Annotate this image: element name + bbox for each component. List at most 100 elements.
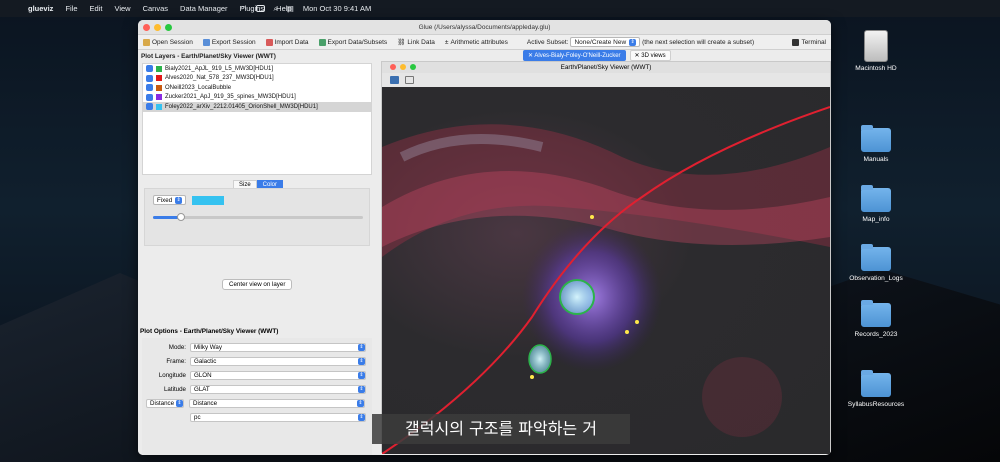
terminal-icon <box>792 38 800 46</box>
desktop-icon-manuals[interactable]: Manuals <box>833 125 919 163</box>
checkbox[interactable] <box>146 93 153 101</box>
tab-3d-views[interactable]: ✕ 3D views <box>629 50 671 61</box>
layer-row-foley[interactable]: Foley2022_arXiv_2212.01405_OrionShell_MW… <box>143 102 371 112</box>
camera-tool-icon[interactable] <box>405 76 414 84</box>
chevron-updown-icon: ⇕ <box>358 413 365 421</box>
center-view-button[interactable]: Center view on layer <box>222 279 293 290</box>
plot-options-box: Mode: Milky Way ⇕ Frame: Galactic ⇕ Longitud… <box>142 338 372 455</box>
color-picker[interactable] <box>192 195 225 205</box>
wwt-viewer-window: Earth/Planet/Sky Viewer (WWT) <box>381 61 831 454</box>
import-data-button[interactable]: Import Data <box>261 38 314 46</box>
viewer-titlebar: Earth/Planet/Sky Viewer (WWT) <box>382 62 830 73</box>
search-icon[interactable]: ⌕ <box>274 4 278 14</box>
left-panel: Plot Layers - Earth/Planet/Sky Viewer (W… <box>138 50 374 455</box>
right-panel: ✕ Alves-Bialy-Foley-O'Neill-Zucker ✕ 3D … <box>378 50 831 455</box>
menu-bar: glueviz File Edit View Canvas Data Manag… <box>0 0 1000 17</box>
chevron-updown-icon: ⇕ <box>175 196 183 204</box>
frame-select[interactable]: Galactic ⇕ <box>190 356 366 366</box>
chevron-updown-icon: ⇕ <box>358 357 365 365</box>
minimize-button[interactable] <box>400 64 406 70</box>
glue-window: Glue (/Users/alyssa/Documents/appleday.g… <box>138 20 831 455</box>
mode-select[interactable]: Milky Way ⇕ <box>190 342 366 352</box>
open-session-button[interactable]: Open Session <box>138 38 198 46</box>
active-subset-select[interactable]: None/Create New ⇕ <box>570 37 641 47</box>
layer-row-oneill[interactable]: ONeill2023_LocalBubble <box>143 83 371 93</box>
desktop-icon-records[interactable]: Records_2023 <box>833 300 919 338</box>
folder-icon <box>861 125 891 152</box>
link-data-button[interactable]: ⛓ Link Data <box>392 38 440 47</box>
layer-row-alves[interactable]: Alves2020_Nat_578_237_MW3D[HDU1] <box>143 74 371 84</box>
menu-app[interactable]: glueviz <box>22 4 59 13</box>
subset-hint: (the next selection will create a subset… <box>642 38 755 46</box>
imagery-tool-icon[interactable] <box>390 76 399 84</box>
menu-edit[interactable]: Edit <box>84 4 109 13</box>
wifi-icon[interactable]: ◠ <box>240 4 247 13</box>
desktop-icon-map-info[interactable]: Map_info <box>833 185 919 223</box>
chevron-updown-icon: ⇕ <box>358 343 365 351</box>
distance-label-select[interactable]: Distance ⇕ <box>146 398 184 408</box>
chevron-updown-icon: ⇕ <box>358 371 365 379</box>
battery-icon[interactable] <box>255 5 265 12</box>
menu-data-manager[interactable]: Data Manager <box>174 4 234 13</box>
folder-icon <box>861 370 891 397</box>
window-title: Glue (/Users/alyssa/Documents/appleday.g… <box>418 23 551 31</box>
sky-render <box>382 106 830 454</box>
export-data-button[interactable]: Export Data/Subsets <box>314 38 393 46</box>
latitude-select[interactable]: GLAT ⇕ <box>190 384 366 394</box>
color-swatch <box>156 65 162 72</box>
checkbox[interactable] <box>146 74 153 82</box>
chevron-updown-icon: ⇕ <box>358 385 365 393</box>
distance-select[interactable]: Distance ⇕ <box>189 398 365 408</box>
chevron-updown-icon: ⇕ <box>629 38 637 46</box>
export-icon <box>318 38 326 46</box>
import-icon <box>265 38 273 46</box>
desktop-icon-macintosh-hd[interactable]: Macintosh HD <box>833 30 919 72</box>
cluster-marker <box>528 344 552 374</box>
layer-row-bialy[interactable]: Bialy2021_ApJL_919_L5_MW3D[HDU1] <box>143 64 371 74</box>
slider-knob[interactable] <box>177 213 185 221</box>
folder-icon <box>861 244 891 271</box>
checkbox[interactable] <box>146 84 153 92</box>
terminal-button[interactable]: Terminal <box>787 38 831 46</box>
color-swatch <box>156 75 162 82</box>
color-mode-select[interactable]: Fixed ⇕ <box>153 195 187 205</box>
arithmetic-icon: ± <box>444 38 449 46</box>
export-session-button[interactable]: Export Session <box>198 38 261 46</box>
hard-drive-icon <box>864 30 888 62</box>
chevron-updown-icon: ⇕ <box>357 399 364 407</box>
save-icon <box>202 38 210 46</box>
color-swatch <box>156 94 162 101</box>
link-icon: ⛓ <box>397 39 406 46</box>
plot-options-title: Plot Options - Earth/Planet/Sky Viewer (… <box>140 328 279 335</box>
menu-view[interactable]: View <box>108 4 136 13</box>
clock[interactable]: Mon Oct 30 9:41 AM <box>303 4 371 13</box>
color-swatch <box>156 103 162 110</box>
desktop-icon-syllabus[interactable]: SyllabusResources <box>833 370 919 408</box>
layer-list: Bialy2021_ApJL_919_L5_MW3D[HDU1] Alves20… <box>142 63 372 175</box>
unit-select[interactable]: pc ⇕ <box>190 412 366 422</box>
checkbox[interactable] <box>146 103 153 111</box>
viewer-toolbar <box>382 73 830 87</box>
zoom-button[interactable] <box>410 64 416 70</box>
toolbar: Open Session Export Session Import Data … <box>138 35 831 50</box>
menu-file[interactable]: File <box>59 4 83 13</box>
viewer-tabs: ✕ Alves-Bialy-Foley-O'Neill-Zucker ✕ 3D … <box>523 50 671 61</box>
tab-alves-bialy[interactable]: ✕ Alves-Bialy-Foley-O'Neill-Zucker <box>523 50 626 61</box>
menu-canvas[interactable]: Canvas <box>137 4 174 13</box>
folder-icon <box>861 185 891 212</box>
close-button[interactable] <box>390 64 396 70</box>
video-subtitle: 갤럭시의 구조를 파악하는 거 <box>372 414 630 444</box>
chevron-updown-icon: ⇕ <box>176 399 183 407</box>
arithmetic-button[interactable]: ± Arithmetic attributes <box>440 39 513 46</box>
desktop-icon-observation-logs[interactable]: Observation_Logs <box>833 244 919 282</box>
control-center-icon[interactable]: ▤ <box>287 4 294 13</box>
longitude-select[interactable]: GLON ⇕ <box>190 370 366 380</box>
color-swatch <box>156 84 162 91</box>
folder-icon <box>861 300 891 327</box>
sky-view[interactable] <box>382 87 830 454</box>
layer-row-zucker[interactable]: Zucker2021_ApJ_919_35_spines_MW3D[HDU1] <box>143 93 371 103</box>
opacity-slider[interactable] <box>153 213 363 221</box>
checkbox[interactable] <box>146 65 153 73</box>
plot-layers-title: Plot Layers - Earth/Planet/Sky Viewer (W… <box>141 53 276 60</box>
local-bubble-marker <box>559 279 595 315</box>
